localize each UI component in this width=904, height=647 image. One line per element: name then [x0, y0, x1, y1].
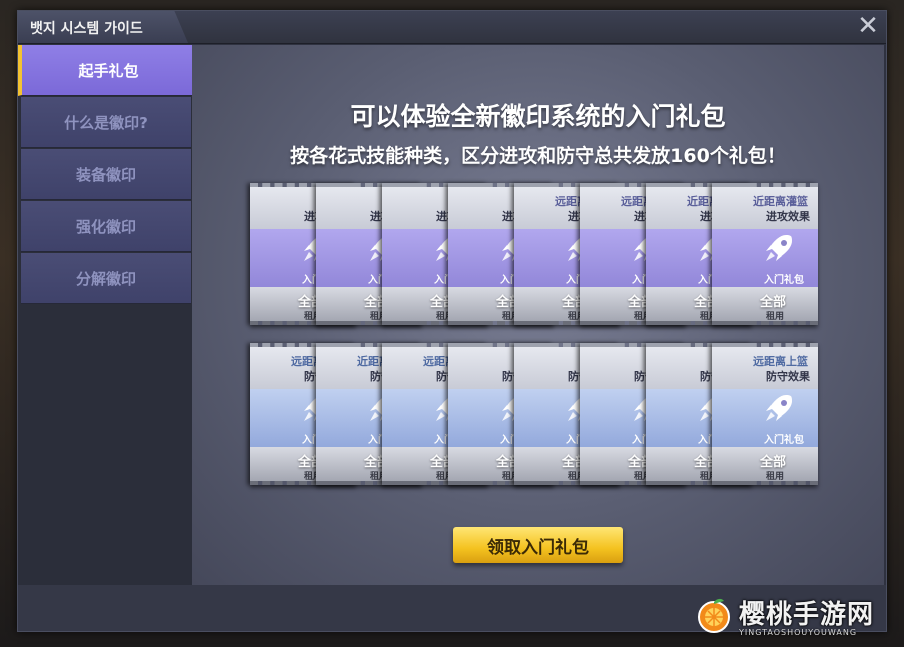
watermark: 樱桃手游网 YINGTAOSHOUYOUWANG — [695, 592, 900, 644]
close-button[interactable]: ✕ — [854, 13, 882, 41]
card-all-label: 全部 — [759, 455, 786, 470]
sidebar-item-label: 什么是徽印? — [64, 113, 148, 132]
sidebar-item-equip-badge[interactable]: 装备徽印 — [21, 149, 191, 200]
card-pack-label: 入门礼包 — [764, 435, 804, 446]
sidebar-item-starter-pack[interactable]: 起手礼包 — [18, 45, 195, 96]
claim-starter-pack-button[interactable]: 领取入门礼包 — [453, 527, 623, 563]
defense-gift-card[interactable]: 远距离上篮防守效果入门礼包全部租用 — [712, 343, 818, 485]
card-pack-label: 入门礼包 — [764, 275, 804, 286]
title-bar: 뱃지 시스템 가이드 ✕ — [18, 11, 886, 44]
sidebar-item-label: 起手礼包 — [78, 61, 139, 80]
close-icon: ✕ — [857, 11, 879, 41]
rocket-icon — [762, 391, 796, 425]
sidebar-item-what-is-badge[interactable]: 什么是徽印? — [21, 97, 191, 148]
card-skill-name: 远距离上篮 — [753, 355, 808, 368]
guide-sidebar: 起手礼包 什么是徽印? 装备徽印 强化徽印 分解徽印 — [18, 45, 195, 585]
sidebar-item-label: 分解徽印 — [75, 269, 136, 288]
page-title: 可以体验全新徽印系统的入门礼包 — [350, 102, 726, 131]
sidebar-item-enhance-badge[interactable]: 强化徽印 — [21, 201, 191, 252]
page-subtitle: 按各花式技能种类，区分进攻和防守总共发放160个礼包！ — [290, 145, 786, 167]
card-effect-type: 进攻效果 — [766, 210, 810, 223]
guide-content: 可以体验全新徽印系统的入门礼包 按各花式技能种类，区分进攻和防守总共发放160个… — [192, 45, 884, 585]
attack-card-row: 近投进攻效果入门礼包全部租用运球进攻效果入门礼包全部租用3分球进攻效果入门礼包全… — [250, 183, 826, 333]
guide-dialog: 뱃지 시스템 가이드 ✕ 起手礼包 什么是徽印? 装备徽印 强化徽印 分解徽印 … — [17, 10, 887, 632]
defense-card-row: 远距离灌篮防守效果入门礼包全部租用近距离上篮防守效果入门礼包全部租用远距离灌篮防… — [250, 343, 826, 493]
claim-button-label: 领取入门礼包 — [487, 537, 589, 558]
sidebar-item-label: 装备徽印 — [75, 165, 136, 184]
orange-logo-icon — [698, 598, 730, 633]
watermark-sub: YINGTAOSHOUYOUWANG — [739, 628, 858, 637]
card-all-label: 全部 — [759, 295, 786, 310]
sidebar-item-label: 强化徽印 — [75, 217, 136, 236]
dialog-title: 뱃지 시스템 가이드 — [30, 21, 143, 37]
sidebar-item-dismantle-badge[interactable]: 分解徽印 — [21, 253, 191, 304]
attack-gift-card[interactable]: 近距离灌篮进攻效果入门礼包全部租用 — [712, 183, 818, 325]
card-rent-label: 租用 — [765, 312, 784, 322]
rocket-icon — [762, 231, 796, 265]
card-skill-name: 近距离灌篮 — [753, 195, 808, 208]
card-rent-label: 租用 — [765, 472, 784, 482]
watermark-name: 樱桃手游网 — [739, 600, 875, 630]
card-effect-type: 防守效果 — [766, 370, 810, 383]
